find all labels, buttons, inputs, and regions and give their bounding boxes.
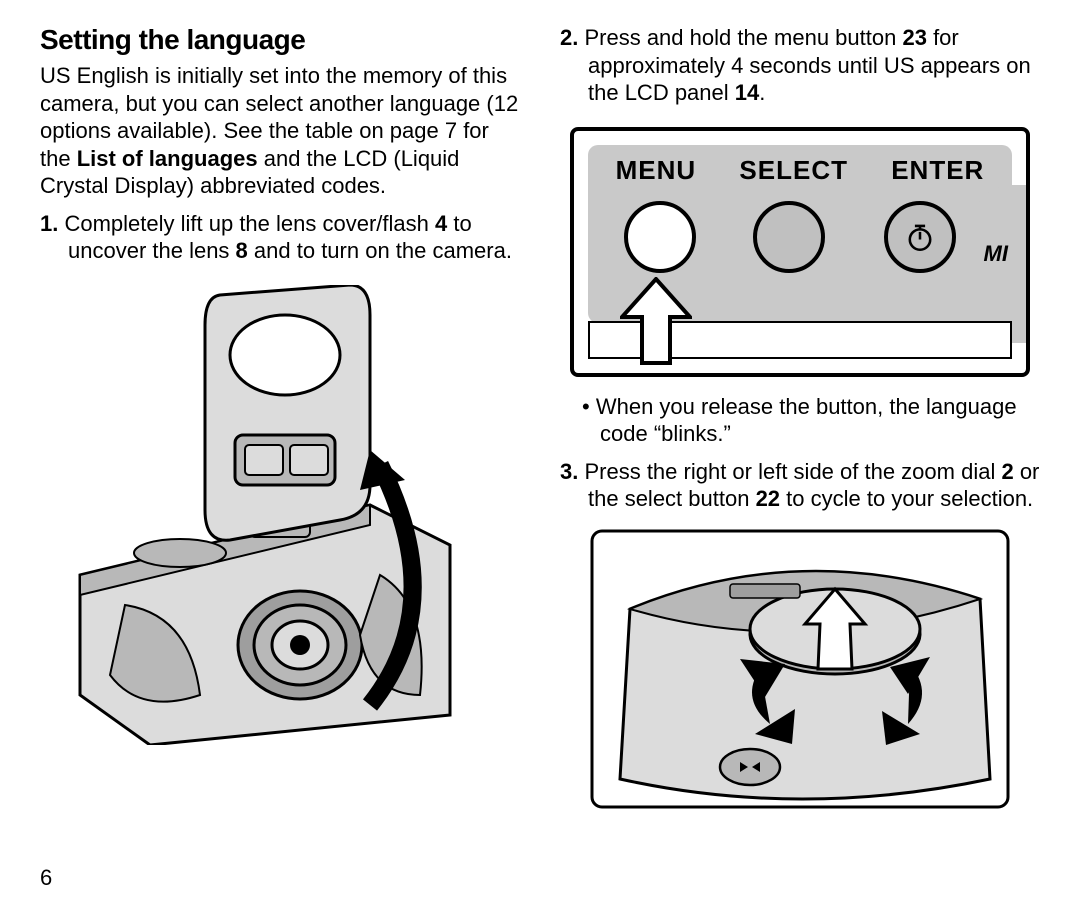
step-3: 3. Press the right or left side of the z… bbox=[560, 458, 1040, 513]
step-1-num: 1. bbox=[40, 211, 58, 236]
intro-paragraph: US English is initially set into the mem… bbox=[40, 62, 520, 200]
right-column: 2. Press and hold the menu button 23 for… bbox=[560, 24, 1040, 909]
section-heading: Setting the language bbox=[40, 24, 520, 56]
label-enter: ENTER bbox=[891, 155, 984, 186]
bullet-dot: • bbox=[582, 394, 596, 419]
step-2-ref14: 14 bbox=[735, 80, 759, 105]
step-3-ref22: 22 bbox=[756, 486, 780, 511]
step-2-ref23: 23 bbox=[902, 25, 926, 50]
step-2: 2. Press and hold the menu button 23 for… bbox=[560, 24, 1040, 107]
step-3-a: Press the right or left side of the zoom… bbox=[578, 459, 1001, 484]
step-2-a: Press and hold the menu button bbox=[578, 25, 902, 50]
enter-button[interactable] bbox=[884, 201, 956, 273]
left-column: Setting the language US English is initi… bbox=[40, 24, 520, 909]
step-1-a: Completely lift up the lens cover/flash bbox=[58, 211, 435, 236]
label-select: SELECT bbox=[739, 155, 848, 186]
figure-zoom-dial bbox=[590, 529, 1010, 809]
step-3-num: 3. bbox=[560, 459, 578, 484]
select-button[interactable] bbox=[753, 201, 825, 273]
timer-icon bbox=[903, 220, 937, 254]
arrow-up-icon bbox=[620, 277, 692, 367]
figure-camera-cover-open bbox=[70, 285, 490, 745]
step-1-c: and to turn on the camera. bbox=[248, 238, 512, 263]
step-1-ref4: 4 bbox=[435, 211, 447, 236]
manual-page: Setting the language US English is initi… bbox=[0, 0, 1080, 909]
step-2-c: . bbox=[759, 80, 765, 105]
intro-b: List of languages bbox=[77, 146, 258, 171]
menu-button[interactable] bbox=[624, 201, 696, 273]
bullet-release: • When you release the button, the langu… bbox=[560, 393, 1040, 448]
step-3-ref2: 2 bbox=[1001, 459, 1013, 484]
label-side: MI bbox=[984, 241, 1008, 267]
step-2-num: 2. bbox=[560, 25, 578, 50]
figure-menu-panel: MENU SELECT ENTER bbox=[570, 127, 1030, 377]
page-number: 6 bbox=[40, 865, 52, 891]
label-menu: MENU bbox=[616, 155, 697, 186]
bullet-text: When you release the button, the languag… bbox=[596, 394, 1017, 447]
step-1-ref8: 8 bbox=[236, 238, 248, 263]
step-1: 1. Completely lift up the lens cover/fla… bbox=[40, 210, 520, 265]
step-3-c: to cycle to your selection. bbox=[780, 486, 1033, 511]
